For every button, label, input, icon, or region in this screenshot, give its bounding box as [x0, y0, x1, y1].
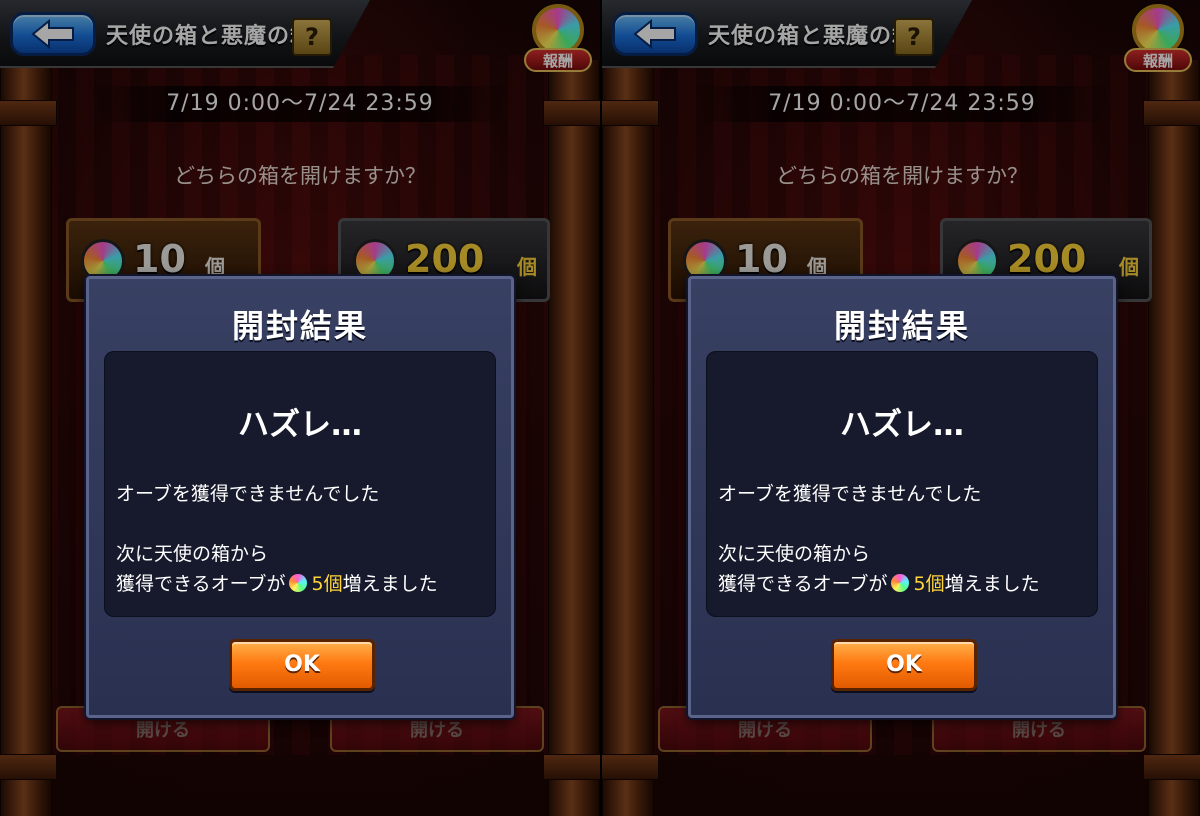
message-line-3-prefix: 獲得できるオーブが [718, 573, 888, 595]
orb-increase-amount: 5個 [311, 573, 343, 595]
orb-icon [289, 574, 308, 592]
message-line-1: オーブを獲得できませんでした [718, 483, 982, 505]
ok-button[interactable]: OK [831, 639, 977, 691]
result-modal: 開封結果 ハズレ… オーブを獲得できませんでした 次に天使の箱から 獲得できるオ… [86, 276, 514, 718]
message-line-2: 次に天使の箱から [116, 543, 269, 565]
game-screen-right: 天使の箱と悪魔の箱 ? 報酬 7/19 0:00〜7/24 23:59 どちらの… [600, 0, 1200, 816]
modal-title: 開封結果 [231, 307, 368, 345]
modal-body: ハズレ… オーブを獲得できませんでした 次に天使の箱から 獲得できるオーブが 5個… [104, 351, 496, 617]
orb-increase-amount: 5個 [913, 573, 945, 595]
result-text: ハズレ… [840, 407, 964, 443]
message-line-3-prefix: 獲得できるオーブが [116, 573, 286, 595]
message-line-3: 獲得できるオーブが 5個増えました [718, 569, 1040, 596]
game-screen-left: 天使の箱と悪魔の箱 ? 報酬 7/19 0:00〜7/24 23:59 どちらの… [0, 0, 600, 816]
message-line-3-suffix: 増えました [342, 573, 438, 595]
modal-body: ハズレ… オーブを獲得できませんでした 次に天使の箱から 獲得できるオーブが 5個… [706, 351, 1098, 617]
ok-button[interactable]: OK [229, 639, 375, 691]
result-text: ハズレ… [238, 407, 362, 443]
message-line-3-suffix: 増えました [944, 573, 1040, 595]
message-line-1: オーブを獲得できませんでした [116, 483, 380, 505]
result-modal: 開封結果 ハズレ… オーブを獲得できませんでした 次に天使の箱から 獲得できるオ… [688, 276, 1116, 718]
orb-icon [891, 574, 910, 592]
message-line-2: 次に天使の箱から [718, 543, 871, 565]
message-line-3: 獲得できるオーブが 5個増えました [116, 569, 438, 596]
modal-title: 開封結果 [833, 307, 970, 345]
